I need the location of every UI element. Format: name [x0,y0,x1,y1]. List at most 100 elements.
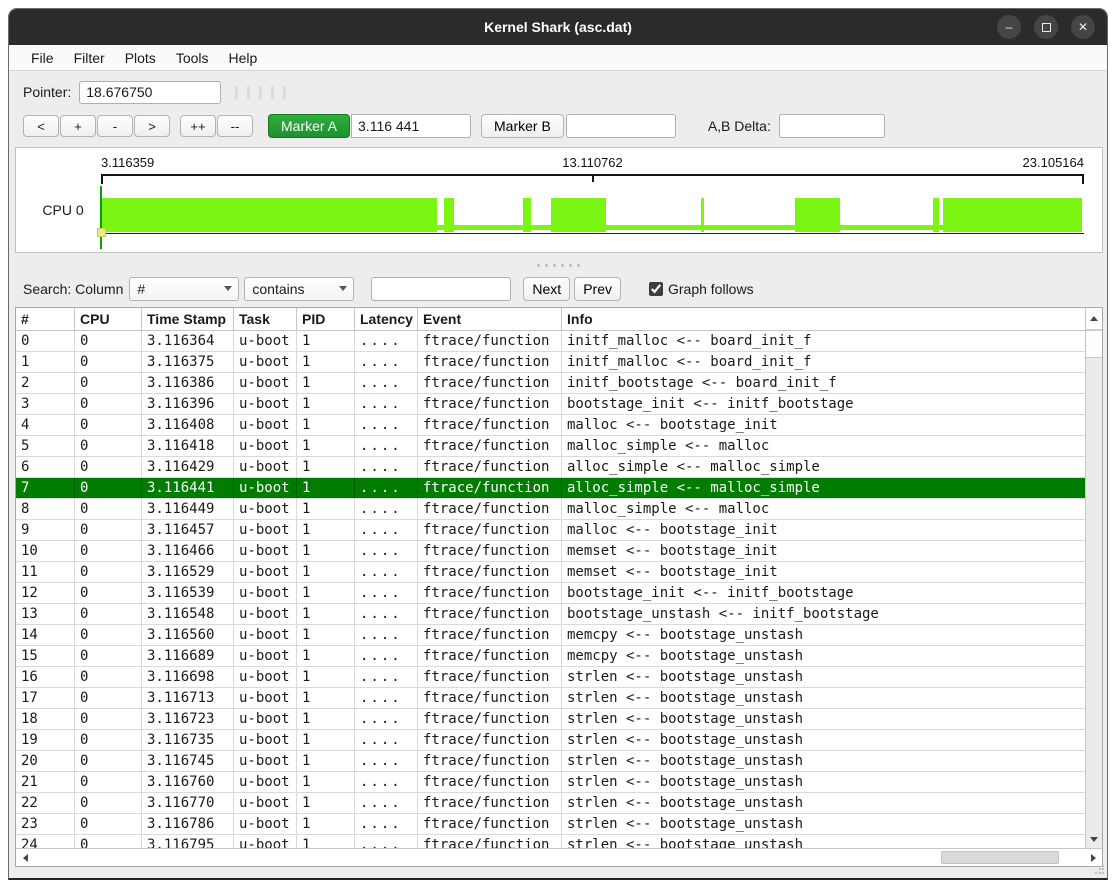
table-cell[interactable]: 0 [75,562,142,582]
table-cell[interactable]: u-boot [234,835,297,848]
scroll-left-button[interactable] [18,851,32,865]
table-cell[interactable]: 3.116698 [142,667,234,687]
table-cell[interactable]: ftrace/function [418,457,562,477]
table-cell[interactable]: 1 [297,478,355,498]
table-cell[interactable]: .... [355,667,418,687]
nav-button-3[interactable]: > [134,115,170,137]
table-cell[interactable]: .... [355,835,418,848]
table-cell[interactable]: 3.116396 [142,394,234,414]
table-cell[interactable]: 0 [75,625,142,645]
column-header-info[interactable]: Info [562,308,1085,330]
table-row[interactable]: 1903.116735u-boot1....ftrace/functionstr… [16,730,1085,751]
table-cell[interactable]: .... [355,415,418,435]
table-cell[interactable]: ftrace/function [418,646,562,666]
menu-file[interactable]: File [21,47,64,69]
search-operator-select[interactable]: contains [244,277,354,301]
table-cell[interactable]: 3.116689 [142,646,234,666]
table-cell[interactable]: 0 [75,730,142,750]
table-cell[interactable]: 0 [75,478,142,498]
table-cell[interactable]: strlen <-- bootstage_unstash [562,793,1085,813]
column-header-pid[interactable]: PID [297,308,355,330]
scroll-right-button[interactable] [1086,851,1100,865]
table-cell[interactable]: ftrace/function [418,667,562,687]
table-cell[interactable]: 1 [297,709,355,729]
table-row[interactable]: 1503.116689u-boot1....ftrace/functionmem… [16,646,1085,667]
scroll-up-button[interactable] [1086,308,1102,330]
table-cell[interactable]: 0 [75,541,142,561]
table-cell[interactable]: 0 [75,583,142,603]
table-row[interactable]: 2003.116745u-boot1....ftrace/functionstr… [16,751,1085,772]
table-cell[interactable]: 3.116786 [142,814,234,834]
table-cell[interactable]: 1 [297,793,355,813]
nav-button-0[interactable]: < [23,115,59,137]
table-cell[interactable]: .... [355,688,418,708]
table-cell[interactable]: memset <-- bootstage_init [562,562,1085,582]
table-row[interactable]: 103.116375u-boot1....ftrace/functioninit… [16,352,1085,373]
table-cell[interactable]: 3.116386 [142,373,234,393]
table-row[interactable]: 2403.116795u-boot1....ftrace/functionstr… [16,835,1085,848]
cpu0-bar[interactable] [101,198,1084,232]
table-cell[interactable]: ftrace/function [418,541,562,561]
table-cell[interactable]: ftrace/function [418,835,562,848]
table-cell[interactable]: strlen <-- bootstage_unstash [562,709,1085,729]
table-cell[interactable]: 17 [16,688,75,708]
table-cell[interactable]: 12 [16,583,75,603]
table-cell[interactable]: 3.116375 [142,352,234,372]
table-row[interactable]: 1403.116560u-boot1....ftrace/functionmem… [16,625,1085,646]
table-cell[interactable]: .... [355,814,418,834]
table-row[interactable]: 803.116449u-boot1....ftrace/functionmall… [16,499,1085,520]
table-cell[interactable]: 0 [75,814,142,834]
table-cell[interactable]: 3.116735 [142,730,234,750]
table-row[interactable]: 2303.116786u-boot1....ftrace/functionstr… [16,814,1085,835]
table-cell[interactable]: malloc <-- bootstage_init [562,415,1085,435]
table-cell[interactable]: 24 [16,835,75,848]
table-cell[interactable]: u-boot [234,709,297,729]
table-cell[interactable]: ftrace/function [418,520,562,540]
table-cell[interactable]: ftrace/function [418,772,562,792]
table-cell[interactable]: 21 [16,772,75,792]
table-cell[interactable]: strlen <-- bootstage_unstash [562,751,1085,771]
table-cell[interactable]: 2 [16,373,75,393]
table-cell[interactable]: ftrace/function [418,625,562,645]
search-column-select[interactable]: # [129,277,239,301]
menu-filter[interactable]: Filter [64,47,115,69]
table-cell[interactable]: 0 [16,331,75,351]
table-cell[interactable]: .... [355,625,418,645]
table-cell[interactable]: 1 [297,436,355,456]
table-cell[interactable]: 3.116560 [142,625,234,645]
table-row[interactable]: 2103.116760u-boot1....ftrace/functionstr… [16,772,1085,793]
table-cell[interactable]: 1 [297,583,355,603]
scroll-down-button[interactable] [1086,831,1102,848]
table-row[interactable]: 003.116364u-boot1....ftrace/functioninit… [16,331,1085,352]
table-cell[interactable]: 7 [16,478,75,498]
cpu-activity-segment[interactable] [933,198,940,232]
table-cell[interactable]: 3.116418 [142,436,234,456]
table-cell[interactable]: u-boot [234,436,297,456]
table-cell[interactable]: .... [355,730,418,750]
table-cell[interactable]: ftrace/function [418,352,562,372]
cpu-activity-segment[interactable] [523,198,531,232]
table-cell[interactable]: alloc_simple <-- malloc_simple [562,457,1085,477]
table-cell[interactable]: 15 [16,646,75,666]
cpu-activity-segment[interactable] [701,198,704,232]
table-cell[interactable]: ftrace/function [418,373,562,393]
table-cell[interactable]: ftrace/function [418,499,562,519]
nav-button-5[interactable]: -- [217,115,253,137]
table-cell[interactable]: ftrace/function [418,751,562,771]
column-header-task[interactable]: Task [234,308,297,330]
table-cell[interactable]: strlen <-- bootstage_unstash [562,814,1085,834]
table-cell[interactable]: 1 [16,352,75,372]
table-cell[interactable]: .... [355,604,418,624]
ab-delta-field[interactable] [779,114,885,138]
table-cell[interactable]: ftrace/function [418,562,562,582]
table-cell[interactable]: .... [355,583,418,603]
table-cell[interactable]: 18 [16,709,75,729]
table-cell[interactable]: 0 [75,772,142,792]
next-button[interactable]: Next [523,277,570,301]
table-cell[interactable]: strlen <-- bootstage_unstash [562,772,1085,792]
table-cell[interactable]: 3.116364 [142,331,234,351]
table-cell[interactable]: .... [355,457,418,477]
table-cell[interactable]: 6 [16,457,75,477]
table-row[interactable]: 303.116396u-boot1....ftrace/functionboot… [16,394,1085,415]
table-cell[interactable]: 1 [297,688,355,708]
